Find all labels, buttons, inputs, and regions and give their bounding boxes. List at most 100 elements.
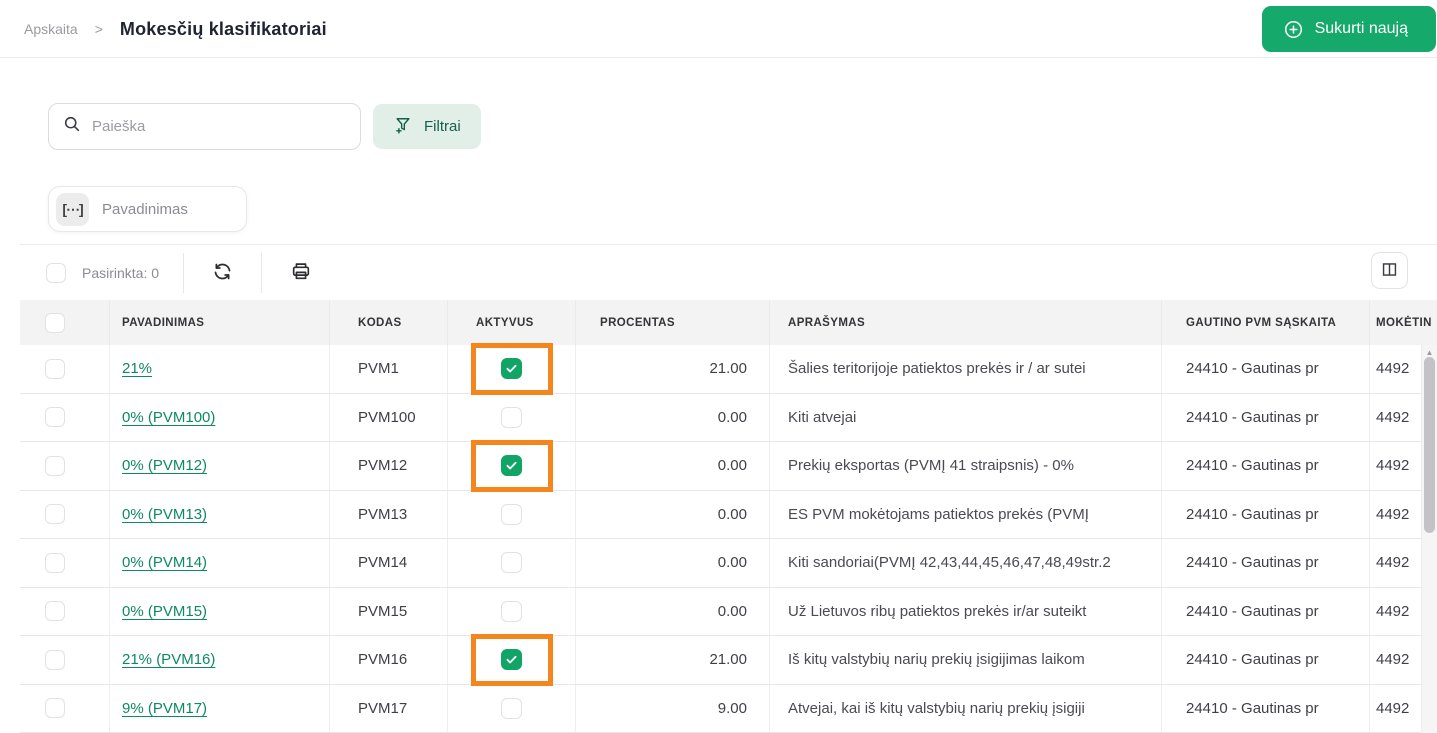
- description-cell: Prekių eksportas (PVMĮ 41 straipsnis) - …: [770, 442, 1162, 490]
- row-checkbox[interactable]: [45, 504, 65, 525]
- row-select-cell: [20, 684, 110, 732]
- table-row: 0% (PVM13) PVM13 0.00 ES PVM mokėtojams …: [20, 490, 1437, 539]
- name-cell: 9% (PVM17): [110, 684, 330, 732]
- receivable-account-cell: 24410 - Gautinas pr: [1162, 684, 1370, 732]
- row-checkbox[interactable]: [45, 601, 65, 622]
- code-cell: PVM12: [330, 442, 448, 490]
- percent-cell: 0.00: [576, 587, 770, 635]
- table-row: 0% (PVM14) PVM14 0.00 Kiti sandoriai(PVM…: [20, 539, 1437, 588]
- classifier-link[interactable]: 0% (PVM14): [122, 554, 207, 571]
- filters-label: Filtrai: [424, 118, 461, 135]
- column-header-mok-tin[interactable]: MOKĖTIN: [1370, 300, 1437, 345]
- row-select-cell: [20, 442, 110, 490]
- refresh-button[interactable]: [208, 257, 237, 289]
- code-cell: PVM14: [330, 539, 448, 587]
- divider: [261, 252, 263, 293]
- scroll-up-arrow-icon[interactable]: ▲: [1422, 345, 1437, 357]
- row-select-cell: [20, 490, 110, 538]
- refresh-icon: [212, 261, 233, 285]
- name-cell: 21% (PVM16): [110, 636, 330, 684]
- active-checkbox[interactable]: [501, 503, 522, 525]
- classifier-link[interactable]: 0% (PVM13): [122, 506, 207, 523]
- description-cell: Už Lietuvos ribų patiektos prekės ir/ar …: [770, 587, 1162, 635]
- table-toolbar: Pasirinkta: 0: [20, 244, 1437, 300]
- classifier-link[interactable]: 21% (PVM16): [122, 651, 215, 668]
- row-checkbox[interactable]: [45, 552, 65, 573]
- table-body: 21% PVM1 21.00 Šalies teritorijoje patie…: [20, 342, 1437, 733]
- column-header-kodas[interactable]: KODAS: [330, 300, 448, 345]
- row-checkbox[interactable]: [45, 455, 65, 476]
- active-cell: [448, 684, 576, 732]
- classifier-link[interactable]: 21%: [122, 360, 152, 377]
- classifier-link[interactable]: 0% (PVM12): [122, 457, 207, 474]
- description-cell: Atvejai, kai iš kitų valstybių narių pre…: [770, 684, 1162, 732]
- name-cell: 0% (PVM14): [110, 539, 330, 587]
- active-checkbox[interactable]: [501, 455, 522, 477]
- create-new-label: Sukurti naują: [1314, 20, 1408, 37]
- search-input[interactable]: [92, 118, 346, 135]
- receivable-account-cell: 24410 - Gautinas pr: [1162, 442, 1370, 490]
- print-button[interactable]: [286, 256, 316, 289]
- columns-icon: [1380, 260, 1399, 282]
- page-title: Mokesčių klasifikatoriai: [119, 18, 327, 39]
- check-icon: [506, 462, 517, 470]
- select-all-checkbox[interactable]: [45, 312, 65, 333]
- column-header-gautino-pvm-s-skaita[interactable]: GAUTINO PVM SĄSKAITA: [1162, 300, 1370, 345]
- breadcrumb-separator: >: [94, 21, 103, 37]
- active-cell: [448, 393, 576, 441]
- table-row: 21% PVM1 21.00 Šalies teritorijoje patie…: [20, 342, 1437, 395]
- classifiers-table: PAVADINIMAS KODAS AKTYVUS PROCENTAS APRAŠYMA…: [20, 300, 1437, 733]
- printer-icon: [290, 260, 312, 285]
- code-cell: PVM15: [330, 587, 448, 635]
- table-row: 0% (PVM15) PVM15 0.00 Už Lietuvos ribų p…: [20, 587, 1437, 636]
- row-checkbox[interactable]: [45, 407, 65, 428]
- active-checkbox[interactable]: [501, 649, 522, 671]
- description-cell: ES PVM mokėtojams patiektos prekės (PVMĮ: [770, 490, 1162, 538]
- active-checkbox[interactable]: [501, 358, 522, 380]
- active-checkbox[interactable]: [501, 406, 522, 428]
- active-checkbox[interactable]: [501, 552, 522, 574]
- name-filter-label: Pavadinimas: [102, 200, 188, 218]
- active-cell: [448, 490, 576, 538]
- row-select-cell: [20, 636, 110, 684]
- filter-funnel-icon: [393, 115, 413, 139]
- select-all-toolbar-checkbox[interactable]: [46, 262, 66, 283]
- active-cell: [448, 539, 576, 587]
- classifier-link[interactable]: 0% (PVM100): [122, 409, 215, 426]
- column-settings-button[interactable]: [1371, 252, 1408, 289]
- breadcrumb: Apskaita > Mokesčių klasifikatoriai: [24, 0, 327, 58]
- tax-classifiers-page: Apskaita > Mokesčių klasifikatoriai Suku…: [0, 0, 1437, 733]
- scrollbar-thumb[interactable]: [1424, 357, 1435, 533]
- name-filter-chip[interactable]: [⋯] Pavadinimas: [48, 186, 247, 232]
- vertical-scrollbar[interactable]: ▲: [1421, 345, 1437, 733]
- column-header-pavadinimas[interactable]: PAVADINIMAS: [110, 300, 330, 345]
- search-box[interactable]: [48, 103, 361, 150]
- row-checkbox[interactable]: [45, 698, 65, 719]
- row-select-cell: [20, 587, 110, 635]
- percent-cell: 0.00: [576, 539, 770, 587]
- row-checkbox[interactable]: [45, 358, 65, 379]
- column-header-apra-ymas[interactable]: APRAŠYMAS: [770, 300, 1162, 345]
- active-checkbox[interactable]: [501, 600, 522, 622]
- code-cell: PVM17: [330, 684, 448, 732]
- row-select-cell: [20, 539, 110, 587]
- filters-button[interactable]: Filtrai: [373, 104, 481, 149]
- top-bar: Apskaita > Mokesčių klasifikatoriai Suku…: [0, 0, 1437, 58]
- classifier-link[interactable]: 9% (PVM17): [122, 700, 207, 717]
- active-checkbox[interactable]: [501, 697, 522, 719]
- receivable-account-cell: 24410 - Gautinas pr: [1162, 587, 1370, 635]
- receivable-account-cell: 24410 - Gautinas pr: [1162, 490, 1370, 538]
- percent-cell: 0.00: [576, 490, 770, 538]
- breadcrumb-link-apskaita[interactable]: Apskaita: [24, 21, 78, 37]
- column-header-procentas[interactable]: PROCENTAS: [576, 300, 770, 345]
- check-icon: [506, 365, 517, 373]
- receivable-account-cell: 24410 - Gautinas pr: [1162, 636, 1370, 684]
- classifier-link[interactable]: 0% (PVM15): [122, 603, 207, 620]
- create-new-button[interactable]: Sukurti naują: [1261, 6, 1436, 52]
- code-cell: PVM13: [330, 490, 448, 538]
- column-header-aktyvus[interactable]: AKTYVUS: [448, 300, 576, 345]
- row-checkbox[interactable]: [45, 649, 65, 670]
- code-cell: PVM16: [330, 636, 448, 684]
- row-select-cell: [20, 345, 110, 393]
- name-cell: 21%: [110, 345, 330, 393]
